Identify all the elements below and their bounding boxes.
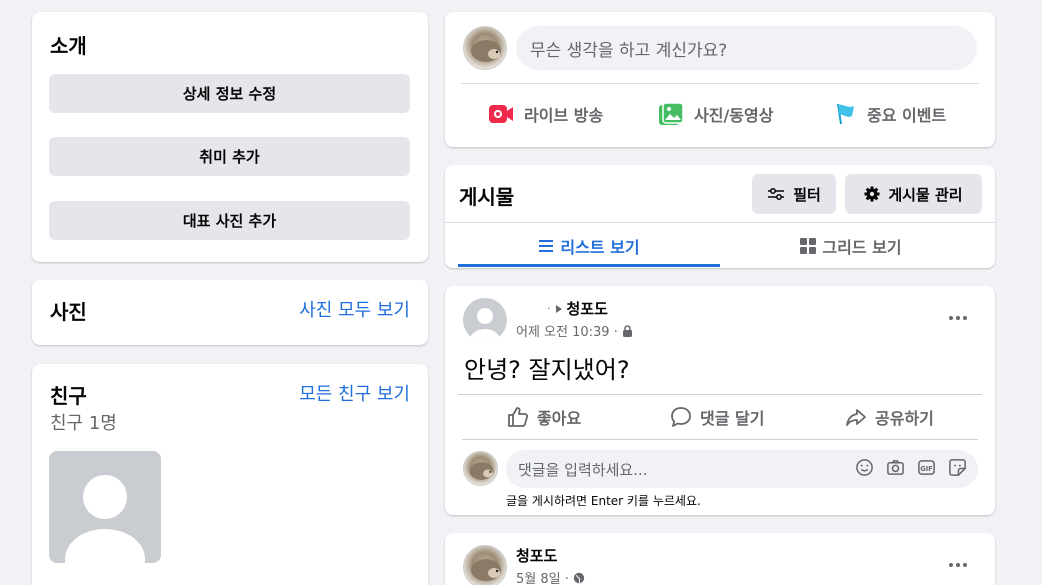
list-view-active-indicator [458,264,720,267]
post-author-avatar[interactable] [463,545,507,585]
see-all-photos-link[interactable]: 사진 모두 보기 [299,296,410,322]
post-card: · 청포도 어제 오전 10:39 · 안녕? 잘지냈어? 좋아요 댓글 달기 [445,286,995,515]
intro-card: 소개 상세 정보 수정 취미 추가 대표 사진 추가 [32,12,428,262]
life-event-label: 중요 이벤트 [867,106,947,125]
manage-posts-label: 게시물 관리 [888,185,963,204]
add-featured-photo-button[interactable]: 대표 사진 추가 [49,201,410,240]
manage-posts-button[interactable]: 게시물 관리 [845,174,982,214]
post-author-avatar[interactable] [463,298,507,342]
list-icon [539,239,554,252]
post-author-line: · 청포도 [547,298,608,319]
default-person-icon [470,308,500,342]
filter-button[interactable]: 필터 [752,174,836,214]
photo-video-label: 사진/동영상 [694,106,774,125]
like-button[interactable]: 좋아요 [507,405,581,429]
tab-list-view[interactable]: 리스트 보기 [458,223,720,268]
gif-icon[interactable]: GIF [917,458,936,477]
friend-avatar[interactable] [49,451,161,563]
svg-text:GIF: GIF [920,465,932,473]
more-icon [949,563,967,567]
post-divider-top [458,394,982,395]
comment-tools: GIF [855,458,967,477]
share-button[interactable]: 공유하기 [845,405,934,429]
thumbs-up-icon [508,407,529,427]
globe-icon [573,572,585,583]
lock-icon [622,324,632,337]
post-text: 안녕? 잘지냈어? [464,356,630,384]
post-time[interactable]: 5월 8일 · [516,568,569,585]
life-event-button[interactable]: 중요 이벤트 [833,102,946,126]
share-label: 공유하기 [875,409,934,428]
photo-video-button[interactable]: 사진/동영상 [658,102,773,126]
comment-label: 댓글 달기 [700,409,765,428]
post-card-2: 청포도 5월 8일 · [445,533,995,585]
post-more-button[interactable] [945,553,971,577]
comment-placeholder: 댓글을 입력하세요... [518,460,648,479]
grid-icon [800,237,817,254]
commenter-avatar[interactable] [463,451,498,486]
intro-title: 소개 [50,34,87,58]
share-arrow-icon [846,409,866,426]
composer-card: 무슨 생각을 하고 계신가요? 라이브 방송 사진/동영상 중요 이벤트 [445,12,995,147]
live-video-icon [489,105,513,123]
composer-placeholder: 무슨 생각을 하고 계신가요? [530,40,728,61]
post-more-button[interactable] [945,306,971,330]
profile-avatar[interactable] [463,26,507,70]
camera-icon[interactable] [886,458,905,477]
filter-label: 필터 [793,185,821,204]
photo-video-icon [659,102,684,125]
separator-dot: · [547,302,551,315]
hedgehog-icon [471,40,501,62]
like-label: 좋아요 [537,409,582,428]
sticker-icon[interactable] [948,458,967,477]
more-icon [949,316,967,320]
enter-to-post-hint: 글을 게시하려면 Enter 키를 누르세요. [506,494,701,508]
caret-right-icon [555,304,562,313]
see-all-friends-link[interactable]: 모든 친구 보기 [299,380,410,406]
photos-title: 사진 [50,300,87,324]
friend-count: 친구 1명 [50,413,117,434]
composer-divider [461,83,979,84]
add-hobbies-button[interactable]: 취미 추가 [49,137,410,176]
live-video-button[interactable]: 라이브 방송 [488,102,603,126]
tab-grid-view[interactable]: 그리드 보기 [720,223,982,268]
photos-card: 사진 사진 모두 보기 [32,280,428,345]
filter-icon [768,188,785,200]
friends-card: 친구 모든 친구 보기 친구 1명 [32,364,428,585]
friends-title: 친구 [50,384,87,408]
post-divider-bottom [462,439,978,440]
comment-bubble-icon [671,407,691,427]
grid-view-label: 그리드 보기 [822,237,902,257]
posts-header-card: 게시물 필터 게시물 관리 리스트 보기 그리드 보기 [445,165,995,268]
comment-button[interactable]: 댓글 달기 [670,405,764,429]
list-view-label: 리스트 보기 [560,237,640,257]
post-author-name[interactable]: 청포도 [516,545,557,566]
post-meta: 어제 오전 10:39 · [516,321,633,340]
edit-details-button[interactable]: 상세 정보 수정 [49,74,410,113]
posts-title: 게시물 [459,185,515,209]
default-person-icon [65,475,145,563]
post-meta: 5월 8일 · [516,568,585,585]
hedgehog-icon [469,462,494,480]
hedgehog-icon [471,559,501,581]
flag-icon [837,104,854,124]
emoji-icon[interactable] [855,458,874,477]
post-author-name[interactable]: 청포도 [567,298,608,319]
gear-icon [864,186,880,202]
post-time[interactable]: 어제 오전 10:39 · [516,321,618,340]
composer-input[interactable]: 무슨 생각을 하고 계신가요? [516,26,977,70]
live-video-label: 라이브 방송 [524,106,604,125]
